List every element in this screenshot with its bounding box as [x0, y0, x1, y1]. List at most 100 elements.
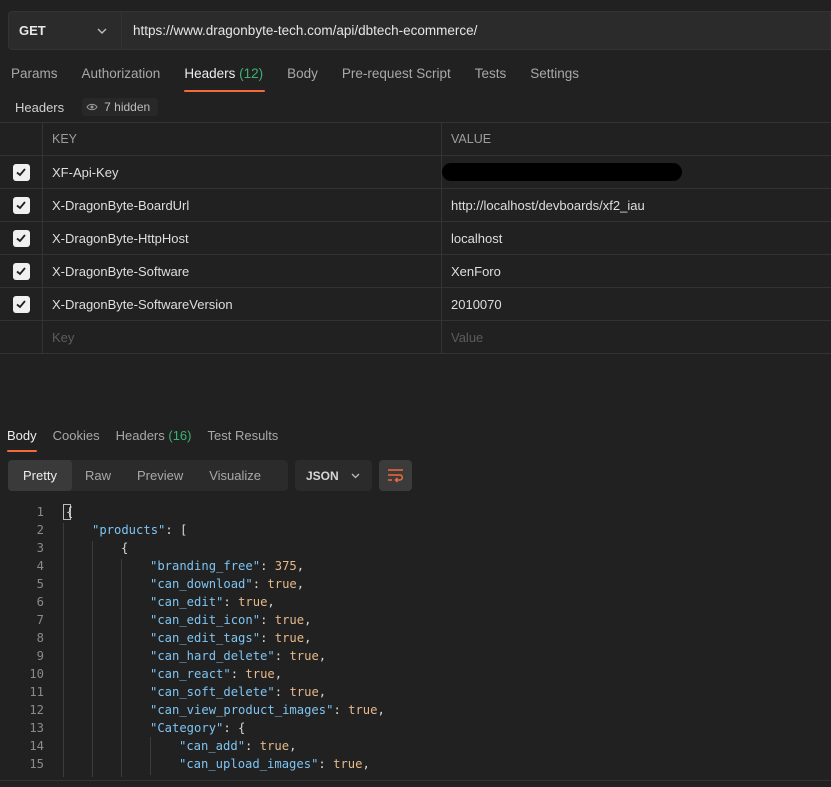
header-value[interactable]: localhost — [442, 222, 831, 254]
tab-authorization[interactable]: Authorization — [71, 66, 161, 92]
code-text: "can_download": true, — [150, 575, 304, 593]
new-value-input[interactable]: Value — [442, 321, 831, 353]
view-preview-button[interactable]: Preview — [124, 460, 196, 491]
json-punct: : — [260, 631, 275, 645]
json-punct: , — [304, 613, 312, 627]
header-enabled-checkbox[interactable] — [12, 163, 30, 181]
code-line: 3{ — [0, 539, 831, 557]
key-column-header: KEY — [43, 123, 442, 155]
format-select[interactable]: JSON — [295, 460, 372, 491]
code-line: 1{ — [0, 503, 831, 521]
table-header-row: KEY VALUE — [0, 123, 831, 156]
tab-body[interactable]: Body — [276, 66, 318, 92]
checkbox-column-header — [0, 123, 43, 155]
line-number: 5 — [36, 577, 44, 591]
hidden-headers-toggle[interactable]: 7 hidden — [82, 98, 159, 116]
json-key: "can_download" — [150, 577, 253, 591]
table-row: X-DragonByte-BoardUrl http://localhost/d… — [0, 189, 831, 222]
json-value: true — [333, 757, 363, 771]
header-enabled-checkbox[interactable] — [12, 295, 30, 313]
json-key: "can_view_product_images" — [150, 703, 334, 717]
new-key-input[interactable]: Key — [43, 321, 442, 353]
header-key[interactable]: X-DragonByte-Software — [43, 255, 442, 287]
header-value[interactable]: http://localhost/devboards/xf2_iau — [442, 189, 831, 221]
code-text: "can_upload_images": true, — [179, 755, 370, 773]
code-text: "can_view_product_images": true, — [150, 701, 385, 719]
json-punct: , — [296, 559, 305, 573]
code-text: "can_edit_tags": true, — [150, 629, 311, 647]
view-raw-button[interactable]: Raw — [72, 460, 124, 491]
response-tab-test-results[interactable]: Test Results — [201, 428, 279, 452]
json-punct: , — [318, 649, 327, 663]
json-key: "can_edit_tags" — [150, 631, 261, 645]
code-line: 11 "can_soft_delete": true, — [0, 683, 831, 701]
code-text: "branding_free": 375, — [150, 557, 304, 575]
code-line: 12 "can_view_product_images": true, — [0, 701, 831, 719]
response-tab-headers[interactable]: Headers (16) — [109, 428, 192, 452]
header-value[interactable] — [442, 156, 831, 188]
header-value[interactable]: XenForo — [442, 255, 831, 287]
header-key[interactable]: X-DragonByte-BoardUrl — [43, 189, 442, 221]
url-input[interactable]: https://www.dragonbyte-tech.com/api/dbte… — [122, 11, 831, 50]
tab-headers[interactable]: Headers (12) — [173, 66, 265, 92]
response-body-code[interactable]: 1{2 "products": [3{4 "branding_free": 375,… — [0, 503, 831, 777]
view-pretty-button[interactable]: Pretty — [8, 460, 72, 491]
code-line: 5 "can_download": true, — [0, 575, 831, 593]
tab-tests[interactable]: Tests — [464, 66, 507, 92]
format-label: JSON — [306, 468, 339, 483]
checkmark-icon — [16, 300, 26, 309]
code-text: "can_edit_icon": true, — [150, 611, 311, 629]
checkmark-icon — [16, 267, 26, 276]
indent-guide — [92, 541, 93, 777]
response-tab-body[interactable]: Body — [0, 428, 37, 452]
header-enabled-checkbox[interactable] — [12, 262, 30, 280]
header-key[interactable]: X-DragonByte-SoftwareVersion — [43, 288, 442, 320]
json-value: true — [245, 667, 275, 681]
json-punct: { — [66, 505, 74, 519]
line-number: 10 — [29, 667, 44, 681]
code-text: { — [66, 503, 73, 521]
json-punct: : — [274, 685, 290, 699]
json-key: "can_add" — [179, 739, 246, 753]
json-key: "can_react" — [150, 667, 231, 681]
line-number: 3 — [36, 541, 44, 555]
json-key: "products" — [92, 523, 166, 537]
wrap-lines-button[interactable] — [379, 460, 412, 491]
tab-settings[interactable]: Settings — [519, 66, 579, 92]
line-number: 15 — [29, 757, 44, 771]
json-value: true — [289, 649, 319, 663]
json-value: true — [267, 577, 297, 591]
header-value[interactable]: 2010070 — [442, 288, 831, 320]
value-column-header: VALUE — [451, 132, 492, 146]
headers-table: KEY VALUE XF-Api-Key X-DragonByte-BoardU… — [0, 122, 831, 354]
json-key: "can_hard_delete" — [150, 649, 275, 663]
indent-guide — [150, 737, 151, 775]
json-punct: : — [333, 703, 349, 717]
method-select[interactable]: GET — [8, 11, 122, 50]
table-row: X-DragonByte-HttpHost localhost — [0, 222, 831, 255]
tab-pre-request-script[interactable]: Pre-request Script — [331, 66, 451, 92]
json-punct: , — [296, 577, 305, 591]
header-enabled-checkbox[interactable] — [12, 196, 30, 214]
header-key[interactable]: XF-Api-Key — [43, 156, 442, 188]
json-punct: : { — [223, 721, 246, 735]
line-number: 9 — [36, 649, 44, 663]
redacted-value — [442, 163, 682, 181]
response-tab-cookies[interactable]: Cookies — [46, 428, 100, 452]
header-enabled-checkbox[interactable] — [12, 229, 30, 247]
indent-guide — [63, 523, 64, 777]
code-line: 2 "products": [ — [0, 521, 831, 539]
view-mode-group: Pretty Raw Preview Visualize — [8, 460, 288, 491]
line-number: 4 — [36, 559, 44, 573]
request-tabs: Params Authorization Headers (12) Body P… — [0, 66, 592, 92]
code-text: "can_edit": true, — [150, 593, 275, 611]
header-key[interactable]: X-DragonByte-HttpHost — [43, 222, 442, 254]
url-bar: GET https://www.dragonbyte-tech.com/api/… — [8, 11, 831, 50]
method-label: GET — [19, 23, 46, 38]
json-key: "Category" — [150, 721, 224, 735]
table-row: XF-Api-Key — [0, 156, 831, 189]
json-punct: , — [362, 757, 370, 771]
json-key: "can_upload_images" — [179, 757, 319, 771]
tab-params[interactable]: Params — [0, 66, 58, 92]
view-visualize-button[interactable]: Visualize — [196, 460, 274, 491]
